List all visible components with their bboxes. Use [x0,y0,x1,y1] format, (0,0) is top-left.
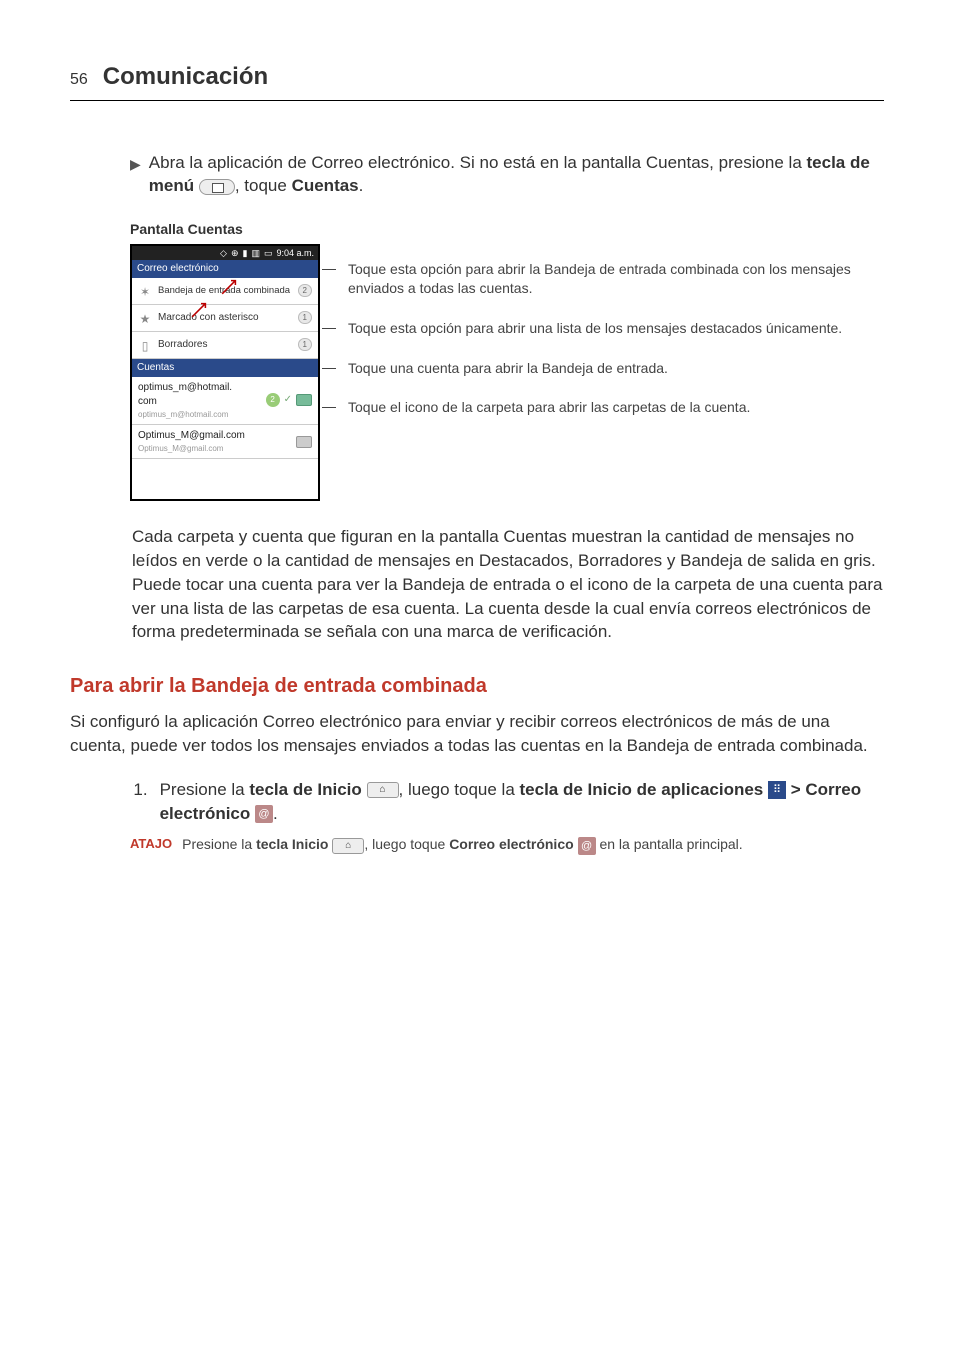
combined-inbox-icon: ✶ [138,284,152,298]
step-number: 1. [130,778,148,826]
drafts-row[interactable]: ▯ Borradores 1 [132,332,318,359]
step-text: Presione la tecla de Inicio ⌂, luego toq… [160,778,884,826]
account-line1: Optimus_M@gmail.com [138,430,245,441]
explanation-paragraph: Cada carpeta y cuenta que figuran en la … [130,525,884,644]
folder-icon[interactable] [296,436,312,448]
combined-inbox-row[interactable]: ✶ Bandeja de entrada combinada 2 [132,278,318,305]
wifi-icon: ◇ [220,247,227,259]
intro-paragraph: Si configuró la aplicación Correo electr… [70,710,884,758]
star-icon: ★ [138,311,152,325]
home-key-label: tecla de Inicio [249,780,366,799]
callout-text: Toque el icono de la carpeta para abrir … [348,399,750,415]
default-check-icon: ✓ [284,393,292,407]
shortcut-text: Presione la tecla Inicio ⌂, luego toque … [182,835,884,855]
signal-icon: ▥ [251,247,260,259]
text: Presione la [160,780,250,799]
apps-key-label: tecla de Inicio de aplicaciones [520,780,768,799]
shortcut-row: ATAJO Presione la tecla Inicio ⌂, luego … [130,835,884,855]
folder-icon[interactable] [296,394,312,406]
battery-icon: ▮ [242,247,247,259]
account-line2: com [138,396,157,407]
account-sub: Optimus_M@gmail.com [138,444,223,453]
callout-folder: Toque el icono de la carpeta para abrir … [338,398,884,418]
row-label: Marcado con asterisco [158,311,259,325]
account-sub: optimus_m@hotmail.com [138,410,228,419]
text: Presione la [182,836,256,852]
callout-text: Toque esta opción para abrir la Bandeja … [348,261,851,297]
triangle-bullet-icon: ▶ [130,151,141,199]
accounts-header-bar: Cuentas [132,359,318,377]
subheading-combined-inbox: Para abrir la Bandeja de entrada combina… [70,672,884,700]
screenshot-block: ◇ ⊕ ▮ ▥ ▭ 9:04 a.m. Correo electrónico ✶… [130,244,884,501]
account-row-gmail[interactable]: Optimus_M@gmail.com Optimus_M@gmail.com [132,425,318,459]
separator: > [786,780,805,799]
text: , luego toque la [399,780,520,799]
row-label: Borradores [158,338,207,352]
text: en la pantalla principal. [596,836,743,852]
page-header: 56 Comunicación [70,60,884,101]
section-title: Comunicación [103,60,268,94]
text: Abra la aplicación de Correo electrónico… [149,153,807,172]
home-key-icon: ⌂ [332,838,364,854]
text: . [359,176,364,195]
step-1: 1. Presione la tecla de Inicio ⌂, luego … [130,778,884,826]
callout-account: Toque una cuenta para abrir la Bandeja d… [338,359,884,379]
home-key-icon: ⌂ [367,782,399,798]
status-time: 9:04 a.m. [276,247,314,259]
screenshot-caption: Pantalla Cuentas [130,220,884,240]
drafts-icon: ▯ [138,338,152,352]
shortcut-label: ATAJO [130,835,172,855]
home-key-label: tecla Inicio [256,836,332,852]
callout-list: Toque esta opción para abrir la Bandeja … [338,244,884,501]
email-app-icon: @ [578,837,596,855]
phone-screenshot: ◇ ⊕ ▮ ▥ ▭ 9:04 a.m. Correo electrónico ✶… [130,244,320,501]
unread-badge: 2 [298,284,312,297]
unread-count-badge: 2 [266,393,280,407]
apps-launcher-icon: ⠿ [768,781,786,799]
bullet-item: ▶ Abra la aplicación de Correo electróni… [130,151,884,199]
account-line1: optimus_m@hotmail. [138,382,232,393]
account-name-block: Optimus_M@gmail.com Optimus_M@gmail.com [138,429,292,454]
bullet-text: Abra la aplicación de Correo electrónico… [149,151,884,199]
starred-row[interactable]: ★ Marcado con asterisco 1 [132,305,318,332]
status-bar: ◇ ⊕ ▮ ▥ ▭ 9:04 a.m. [132,246,318,260]
count-badge: 1 [298,338,312,351]
callout-combined: Toque esta opción para abrir la Bandeja … [338,260,884,299]
text: . [273,804,278,823]
text: , luego toque [364,836,449,852]
card-icon: ▭ [264,247,273,259]
app-title-bar: Correo electrónico [132,260,318,278]
accounts-label: Cuentas [292,176,359,195]
email-app-icon: @ [255,805,273,823]
count-badge: 1 [298,311,312,324]
account-row-hotmail[interactable]: optimus_m@hotmail. com optimus_m@hotmail… [132,377,318,425]
callout-text: Toque una cuenta para abrir la Bandeja d… [348,360,668,376]
callout-text: Toque esta opción para abrir una lista d… [348,320,842,336]
menu-key-icon [199,179,235,195]
text: , toque [235,176,292,195]
email-app-label: Correo electrónico [449,836,577,852]
row-label: Bandeja de entrada combinada [158,286,290,296]
callout-starred: Toque esta opción para abrir una lista d… [338,319,884,339]
sync-icon: ⊕ [231,247,239,259]
page-number: 56 [70,69,88,91]
account-name-block: optimus_m@hotmail. com optimus_m@hotmail… [138,381,262,420]
